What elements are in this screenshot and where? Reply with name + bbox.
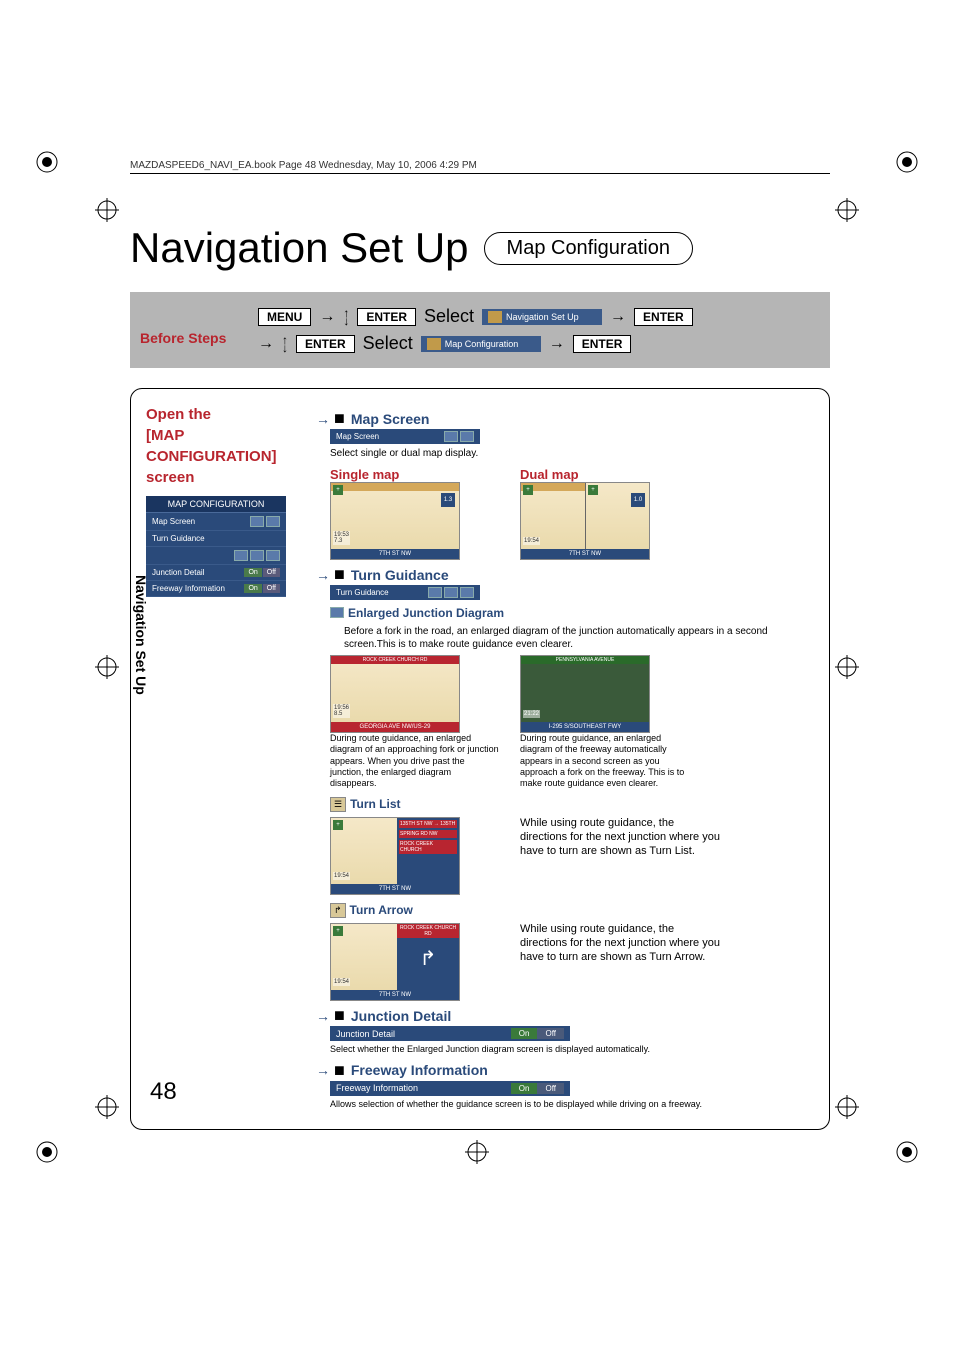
- registration-mark-icon: [895, 150, 919, 174]
- enter-button[interactable]: ENTER: [296, 335, 355, 353]
- zoom-in-icon: +: [588, 485, 598, 495]
- crosshair-icon: [835, 198, 859, 222]
- wrench-icon: [488, 311, 502, 323]
- page-title: Navigation Set Up: [130, 224, 469, 272]
- crosshair-icon: [95, 198, 119, 222]
- junction-detail-desc: Select whether the Enlarged Junction dia…: [330, 1044, 814, 1056]
- dual-map-thumb: + +1.0 19:54 7TH ST NW: [520, 482, 650, 560]
- junction-icon: [234, 550, 248, 561]
- freeway-info-bar: Freeway InformationOnOff: [330, 1081, 570, 1096]
- single-map-icon: [250, 516, 264, 527]
- section-freeway-info: Freeway Information: [351, 1062, 488, 1078]
- map-screen-desc: Select single or dual map display.: [330, 447, 814, 460]
- updown-icon: ↑↓: [282, 336, 288, 352]
- open-heading: Open the [MAP CONFIGURATION] screen: [146, 404, 306, 488]
- arrow-right-icon: →: [549, 335, 565, 353]
- select-label: Select: [363, 333, 413, 354]
- junction-caption-right: During route guidance, an enlarged diagr…: [520, 733, 690, 789]
- enlarged-junction-label: Enlarged Junction Diagram: [348, 606, 504, 620]
- turn-arrow-desc: While using route guidance, the directio…: [520, 923, 720, 1001]
- config-panel-title: MAP CONFIGURATION: [146, 496, 286, 513]
- square-bullet-icon: ■: [334, 408, 345, 429]
- nav-setup-graphic: Navigation Set Up: [482, 309, 602, 325]
- junction-icon: [330, 607, 344, 618]
- dual-map-label: Dual map: [520, 467, 690, 482]
- single-map-thumb: + 1.3 19:537.3 7TH ST NW: [330, 482, 460, 560]
- enter-button[interactable]: ENTER: [634, 308, 693, 326]
- zoom-in-icon: +: [333, 926, 343, 936]
- turn-list-thumb: + 135TH ST NW → 135TH SPRING RD NW ROCK …: [330, 817, 460, 895]
- registration-mark-icon: [895, 1140, 919, 1164]
- crosshair-icon: [95, 655, 119, 679]
- square-bullet-icon: ■: [334, 1005, 345, 1026]
- single-map-icon: [444, 431, 458, 442]
- list-icon: [250, 550, 264, 561]
- config-row-freeway-info[interactable]: Freeway Information OnOff: [146, 581, 286, 597]
- section-turn-guidance: Turn Guidance: [351, 567, 449, 583]
- map-config-graphic: Map Configuration: [421, 336, 541, 352]
- arrow-icon: [460, 587, 474, 598]
- registration-mark-icon: [35, 150, 59, 174]
- turn-arrow-thumb: + ROCK CREEK CHURCH RD ↱ 19:54 7TH ST NW: [330, 923, 460, 1001]
- junction-thumb-right: PENNSYLVANIA AVENUE 21:22 I-295 S/SOUTHE…: [520, 655, 650, 733]
- section-junction-detail: Junction Detail: [351, 1008, 451, 1024]
- section-map-screen: Map Screen: [351, 411, 430, 427]
- config-row-turn-icons[interactable]: [146, 547, 286, 565]
- route-shield-icon: 1.3: [441, 493, 455, 507]
- turn-arrow-icon: ↱: [397, 946, 459, 971]
- square-bullet-icon: ■: [334, 1060, 345, 1081]
- arrow-right-icon: →: [258, 335, 274, 353]
- config-row-turn-guidance[interactable]: Turn Guidance: [146, 531, 286, 547]
- arrow-right-icon: →: [316, 567, 330, 583]
- enter-button[interactable]: ENTER: [357, 308, 416, 326]
- junction-caption-left: During route guidance, an enlarged diagr…: [330, 733, 500, 789]
- crosshair-icon: [835, 1095, 859, 1119]
- arrow-right-icon: →: [316, 1008, 330, 1024]
- turn-list-desc: While using route guidance, the directio…: [520, 817, 720, 895]
- turn-guidance-bar: Turn Guidance: [330, 585, 480, 600]
- junction-detail-bar: Junction DetailOnOff: [330, 1026, 570, 1041]
- arrow-right-icon: →: [610, 308, 626, 326]
- turn-arrow-label: Turn Arrow: [350, 903, 413, 917]
- enter-button[interactable]: ENTER: [573, 335, 632, 353]
- map-configuration-panel: MAP CONFIGURATION Map Screen Turn Guidan…: [146, 496, 286, 597]
- menu-button[interactable]: MENU: [258, 308, 311, 326]
- arrow-right-icon: →: [319, 308, 335, 326]
- arrow-icon: ↱: [330, 903, 346, 918]
- config-row-junction-detail[interactable]: Junction Detail OnOff: [146, 565, 286, 581]
- crosshair-icon: [95, 1095, 119, 1119]
- crosshair-icon: [465, 1140, 489, 1164]
- header-info: MAZDASPEED6_NAVI_EA.book Page 48 Wednesd…: [130, 160, 830, 174]
- list-icon: [444, 587, 458, 598]
- turn-list-label: Turn List: [350, 797, 400, 811]
- before-steps-label: Before Steps: [140, 330, 226, 346]
- arrow-right-icon: →: [316, 411, 330, 427]
- select-label: Select: [424, 306, 474, 327]
- config-row-map-screen[interactable]: Map Screen: [146, 513, 286, 531]
- subtitle: Map Configuration: [484, 232, 693, 265]
- registration-mark-icon: [35, 1140, 59, 1164]
- freeway-info-desc: Allows selection of whether the guidance…: [330, 1099, 814, 1111]
- map-icon: [427, 338, 441, 350]
- map-screen-bar: Map Screen: [330, 429, 480, 444]
- zoom-in-icon: +: [333, 485, 343, 495]
- route-shield-icon: 1.0: [631, 493, 645, 507]
- arrow-icon: [266, 550, 280, 561]
- crosshair-icon: [835, 655, 859, 679]
- list-icon: ☰: [330, 797, 346, 812]
- updown-icon: ↑↓: [343, 309, 349, 325]
- dual-map-icon: [460, 431, 474, 442]
- enlarged-junction-desc: Before a fork in the road, an enlarged d…: [344, 625, 814, 651]
- junction-icon: [428, 587, 442, 598]
- zoom-in-icon: +: [523, 485, 533, 495]
- before-steps-box: Before Steps MENU → ↑↓ ENTER Select Navi…: [130, 292, 830, 368]
- square-bullet-icon: ■: [334, 564, 345, 585]
- arrow-right-icon: →: [316, 1062, 330, 1078]
- zoom-in-icon: +: [333, 820, 343, 830]
- dual-map-icon: [266, 516, 280, 527]
- single-map-label: Single map: [330, 467, 500, 482]
- junction-thumb-left: ROCK CREEK CHURCH RD 19:568.5 GEORGIA AV…: [330, 655, 460, 733]
